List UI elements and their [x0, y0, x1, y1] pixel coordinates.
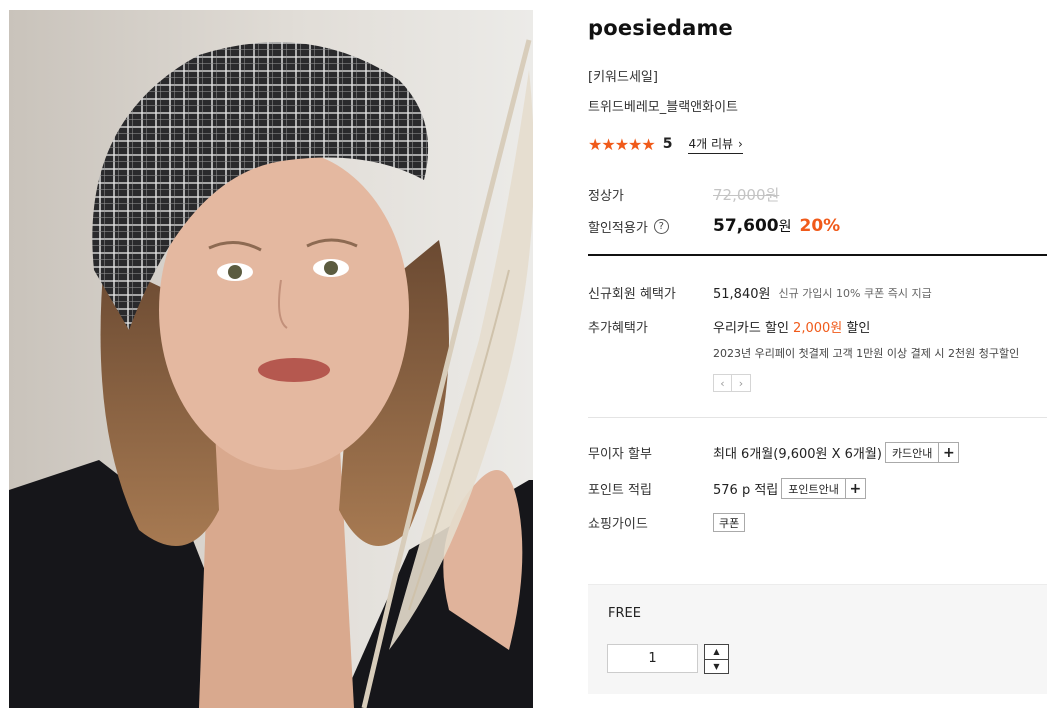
- point-label: 포인트 적립: [588, 483, 652, 498]
- extra-benefit-note: 2023년 우리페이 첫결제 고객 1만원 이상 결제 시 2천원 청구할인: [713, 347, 1020, 360]
- point-row: 포인트 적립 576 p 적립 포인트안내 +: [588, 478, 866, 499]
- extra-benefit-word-2: 할인: [846, 321, 871, 336]
- extra-benefit-row: 추가혜택가 우리카드 할인 2,000원 할인: [588, 317, 870, 336]
- point-value: 576 p 적립: [713, 483, 779, 498]
- product-tagline: [키워드세일]: [588, 70, 658, 85]
- new-member-price: 51,840원: [713, 287, 771, 302]
- discount-percent: 20%: [799, 216, 841, 236]
- product-info-panel: poesiedame [키워드세일] 트위드베레모_블랙앤화이트 ★★★★★ 5…: [588, 0, 1047, 720]
- review-count-label: 4개 리뷰: [688, 136, 734, 151]
- quantity-stepper[interactable]: ▲ ▼: [704, 644, 729, 674]
- product-photo-illustration: [9, 10, 533, 708]
- installment-value: 최대 6개월(9,600원 X 6개월): [713, 447, 882, 462]
- pager-prev-button[interactable]: ‹: [713, 374, 732, 392]
- point-info-button[interactable]: 포인트안내 +: [781, 478, 866, 499]
- quantity-increase-button[interactable]: ▲: [705, 645, 728, 659]
- regular-price-label: 정상가: [588, 189, 624, 204]
- card-info-label: 카드안내: [891, 446, 933, 460]
- benefit-pager: ‹ ›: [713, 374, 751, 392]
- pager-next-button[interactable]: ›: [732, 374, 751, 392]
- sale-price: 57,600: [713, 216, 779, 236]
- new-member-note: 신규 가입시 10% 쿠폰 즉시 지급: [778, 286, 932, 300]
- extra-benefit-text: 우리카드 할인 2,000원 할인: [713, 317, 870, 336]
- quantity-input[interactable]: [607, 644, 698, 673]
- quantity-decrease-button[interactable]: ▼: [705, 658, 728, 674]
- product-name: 트위드베레모_블랙앤화이트: [588, 100, 739, 115]
- shopping-guide-row: 쇼핑가이드 쿠폰: [588, 513, 746, 532]
- installment-label: 무이자 할부: [588, 447, 652, 462]
- plus-icon: +: [938, 443, 958, 462]
- sale-price-label: 할인적용가: [588, 220, 648, 236]
- coupon-button[interactable]: 쿠폰: [713, 513, 746, 532]
- help-icon[interactable]: ?: [653, 218, 669, 234]
- rating-row: ★★★★★ 5 4개 리뷰 ›: [588, 134, 743, 154]
- sale-price-label-wrap: 할인적용가 ?: [588, 217, 713, 236]
- sale-price-row: 할인적용가 ? 57,600 원 20%: [588, 216, 840, 236]
- product-image: [9, 10, 533, 708]
- sale-price-unit: 원: [778, 219, 792, 235]
- installment-row: 무이자 할부 최대 6개월(9,600원 X 6개월) 카드안내 +: [588, 442, 960, 463]
- regular-price-row: 정상가 72,000원: [588, 184, 779, 205]
- extra-benefit-word: 할인: [764, 321, 789, 336]
- benefit-divider: [588, 417, 1047, 418]
- review-count-link[interactable]: 4개 리뷰 ›: [688, 135, 743, 154]
- brand-name[interactable]: poesiedame: [588, 16, 733, 40]
- card-info-button[interactable]: 카드안내 +: [884, 442, 960, 463]
- new-member-row: 신규회원 혜택가 51,840원 신규 가입시 10% 쿠폰 즉시 지급: [588, 283, 932, 303]
- regular-price: 72,000원: [713, 186, 780, 204]
- option-box: FREE ▲ ▼: [588, 584, 1047, 694]
- plus-icon: +: [844, 479, 865, 498]
- option-name: FREE: [608, 606, 641, 621]
- extra-benefit-card: 우리카드: [713, 321, 761, 336]
- extra-benefit-amount: 2,000원: [793, 321, 843, 336]
- star-rating-icon: ★★★★★: [588, 134, 656, 154]
- extra-benefit-label: 추가혜택가: [588, 321, 648, 336]
- chevron-right-icon: ›: [738, 136, 743, 151]
- new-member-label: 신규회원 혜택가: [588, 287, 676, 302]
- point-info-label: 포인트안내: [788, 482, 839, 496]
- shopping-guide-label: 쇼핑가이드: [588, 517, 648, 532]
- rating-value: 5: [662, 136, 673, 152]
- price-divider: [588, 254, 1047, 256]
